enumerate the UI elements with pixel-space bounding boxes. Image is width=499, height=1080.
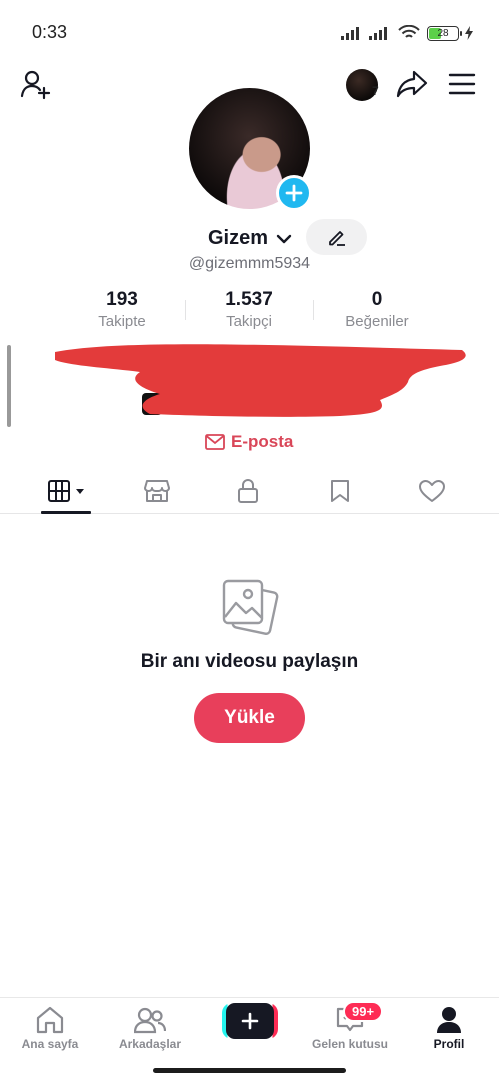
plus-icon xyxy=(285,184,303,202)
story-count: 7 xyxy=(372,84,379,98)
nav-label: Ana sayfa xyxy=(21,1037,79,1051)
username: @gizemmm5934 xyxy=(188,255,311,272)
menu-button[interactable] xyxy=(444,66,480,102)
heart-icon xyxy=(419,479,445,502)
profile-name[interactable]: Gizem xyxy=(208,227,268,250)
bookmark-icon xyxy=(331,479,349,502)
nav-label: Gelen kutusu xyxy=(311,1037,388,1051)
edit-profile-button[interactable] xyxy=(306,219,367,255)
inbox-badge: 99+ xyxy=(343,1001,384,1022)
shop-icon xyxy=(144,479,170,502)
signal-icon xyxy=(341,27,359,40)
grid-icon xyxy=(48,479,70,502)
stat-value: 1.537 xyxy=(225,289,273,310)
battery-level: 28 xyxy=(437,27,449,39)
stat-following[interactable]: 193 Takipte xyxy=(59,288,185,332)
empty-state-message: Bir anı videosu paylaşın xyxy=(140,651,359,672)
add-user-icon xyxy=(20,70,51,100)
tab-videos[interactable] xyxy=(30,468,102,513)
upload-button[interactable]: Yükle xyxy=(194,693,305,743)
profile-icon xyxy=(437,1007,461,1033)
add-friend-button[interactable] xyxy=(18,66,54,102)
lock-icon xyxy=(238,478,258,503)
email-label: E-posta xyxy=(231,432,294,451)
tab-liked[interactable] xyxy=(396,468,468,513)
hamburger-menu-icon xyxy=(448,73,476,95)
stats-row: 193 Takipte 1.537 Takipçi 0 Beğeniler xyxy=(0,288,499,336)
charging-icon xyxy=(465,26,473,40)
nav-profile[interactable]: Profil xyxy=(399,1006,499,1051)
battery-icon: 28 xyxy=(427,25,462,41)
create-button[interactable] xyxy=(222,1003,278,1039)
stat-followers[interactable]: 1.537 Takipçi xyxy=(186,288,312,332)
plus-icon xyxy=(241,1012,259,1030)
stat-label: Takipçi xyxy=(226,313,272,330)
stat-label: Beğeniler xyxy=(345,313,409,330)
stat-likes[interactable]: 0 Beğeniler xyxy=(314,288,440,332)
tab-saved[interactable] xyxy=(304,468,376,513)
status-icons: 28 xyxy=(341,24,473,42)
tab-private[interactable] xyxy=(212,468,284,513)
stat-value: 0 xyxy=(371,289,383,310)
home-indicator[interactable] xyxy=(153,1068,346,1073)
redaction-scribble xyxy=(55,344,466,417)
nav-label: Profil xyxy=(433,1037,465,1051)
status-bar: 0:33 28 xyxy=(0,0,499,64)
nav-friends[interactable]: Arkadaşlar xyxy=(100,1006,200,1051)
email-link[interactable]: E-posta xyxy=(205,432,293,452)
name-row: Gizem xyxy=(0,218,499,258)
nav-home[interactable]: Ana sayfa xyxy=(0,1006,100,1051)
pencil-icon xyxy=(328,231,345,246)
stat-label: Takipte xyxy=(98,313,146,330)
wifi-icon xyxy=(398,25,420,38)
active-tab-indicator xyxy=(41,511,91,514)
content-tab-bar xyxy=(0,468,499,514)
scroll-indicator xyxy=(7,345,11,427)
friends-icon xyxy=(134,1007,166,1034)
nav-label: Arkadaşlar xyxy=(118,1037,182,1051)
chevron-down-icon[interactable] xyxy=(275,230,293,248)
home-icon xyxy=(36,1006,64,1034)
share-icon xyxy=(396,70,428,98)
create-button-inner xyxy=(226,1003,274,1039)
signal-icon-2 xyxy=(369,27,387,40)
tab-shop[interactable] xyxy=(121,468,193,513)
status-time: 0:33 xyxy=(32,22,68,42)
mail-icon xyxy=(205,434,225,450)
share-button[interactable] xyxy=(394,66,430,102)
stat-value: 193 xyxy=(106,289,138,310)
add-photo-button[interactable] xyxy=(276,175,312,211)
photo-placeholder-icon xyxy=(222,579,279,635)
caret-down-icon xyxy=(76,488,84,494)
